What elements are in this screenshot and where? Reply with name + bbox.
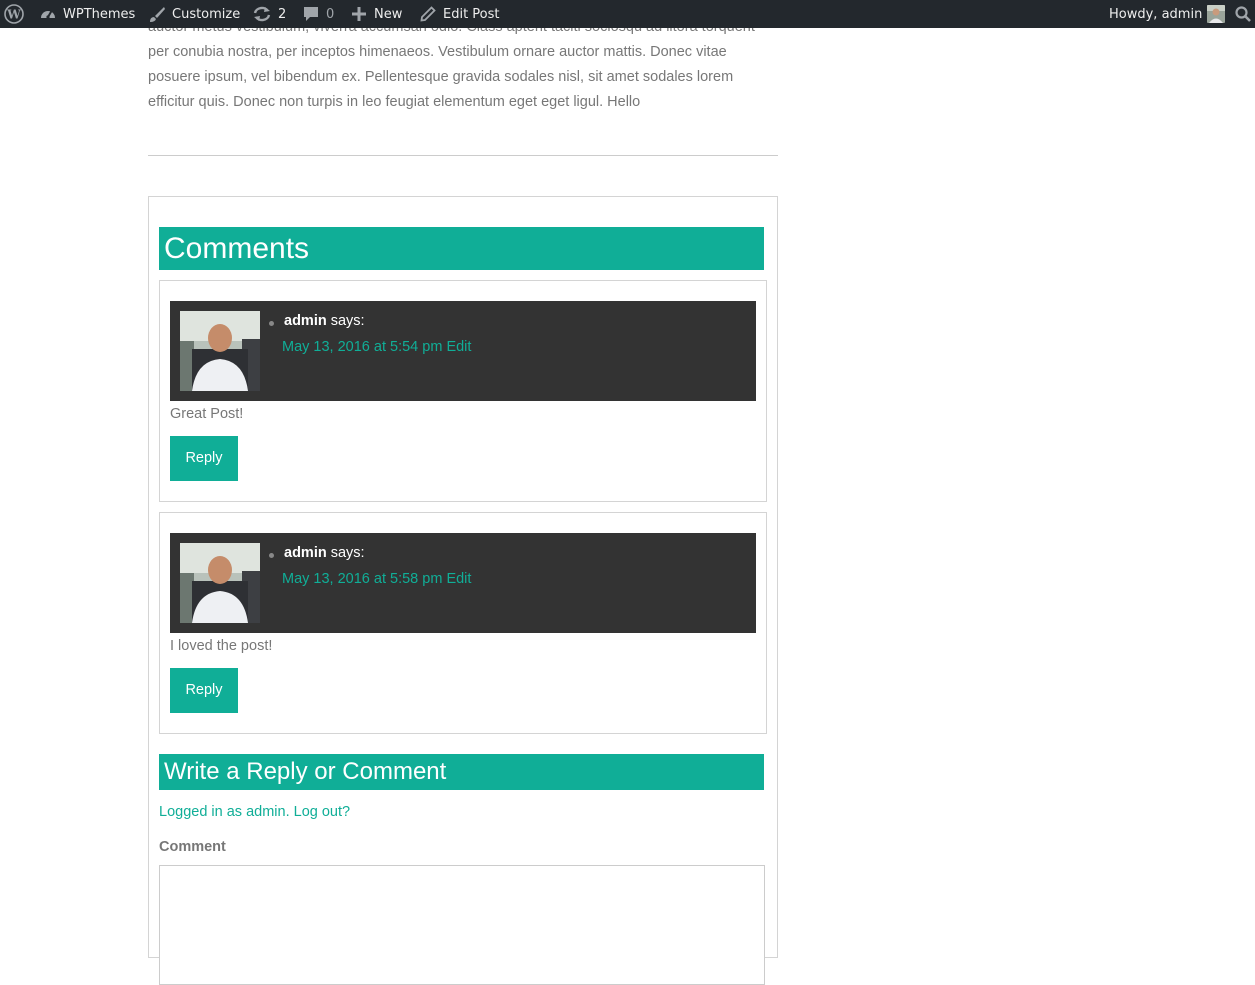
post-divider bbox=[148, 155, 778, 156]
edit-post-link[interactable]: Edit Post bbox=[419, 0, 500, 28]
comment-author[interactable]: admin bbox=[284, 545, 327, 561]
plus-icon bbox=[350, 5, 368, 23]
updates-count: 2 bbox=[278, 6, 287, 22]
my-account-link[interactable]: Howdy, admin bbox=[1109, 0, 1226, 28]
comment-edit-link[interactable]: Edit bbox=[446, 339, 471, 355]
site-name-label: WPThemes bbox=[63, 6, 136, 22]
comment-item: admin says: May 13, 2016 at 5:58 pm Edit… bbox=[159, 512, 767, 734]
comments-title: Comments bbox=[159, 227, 764, 270]
new-label: New bbox=[374, 6, 403, 22]
log-out-link[interactable]: Log out? bbox=[294, 804, 350, 820]
post-line: efficitur quis. Donec non turpis in leo … bbox=[148, 94, 641, 110]
comment-textarea[interactable] bbox=[159, 865, 765, 985]
updates-link[interactable]: 2 bbox=[252, 0, 286, 28]
bullet-dot bbox=[269, 553, 274, 558]
howdy-label: Howdy, admin bbox=[1109, 6, 1203, 22]
admin-bar: W WPThemes Customize 2 0 New Edit Post H… bbox=[0, 0, 1255, 28]
site-name-link[interactable]: WPThemes bbox=[39, 0, 135, 28]
reply-button[interactable]: Reply bbox=[170, 668, 238, 713]
reply-button[interactable]: Reply bbox=[170, 436, 238, 481]
comment-author[interactable]: admin bbox=[284, 313, 327, 329]
comment-date-line: May 13, 2016 at 5:54 pm Edit bbox=[282, 339, 471, 355]
search-icon[interactable] bbox=[1234, 0, 1252, 28]
comment-avatar bbox=[180, 543, 260, 623]
comment-says: says: bbox=[330, 313, 365, 329]
bullet-dot bbox=[269, 321, 274, 326]
comment-meta: admin says: May 13, 2016 at 5:58 pm Edit bbox=[170, 533, 756, 633]
svg-text:W: W bbox=[6, 8, 21, 22]
comments-link[interactable]: 0 bbox=[302, 0, 334, 28]
comment-date-link[interactable]: May 13, 2016 at 5:58 pm bbox=[282, 571, 442, 587]
post-line: per conubia nostra, per inceptos himenae… bbox=[148, 44, 727, 60]
comment-author-line: admin says: bbox=[284, 545, 365, 561]
reply-form-title: Write a Reply or Comment bbox=[159, 754, 764, 790]
comment-edit-link[interactable]: Edit bbox=[446, 571, 471, 587]
pencil-icon bbox=[419, 5, 437, 23]
brush-icon bbox=[148, 5, 166, 23]
comments-count: 0 bbox=[326, 6, 335, 22]
comments-section: Comments admin says: May 13, 2016 at 5:5… bbox=[148, 196, 778, 985]
new-content-link[interactable]: New bbox=[350, 0, 402, 28]
customize-label: Customize bbox=[172, 6, 241, 22]
customize-link[interactable]: Customize bbox=[148, 0, 240, 28]
comment-text: Great Post! bbox=[170, 406, 244, 422]
dashboard-icon bbox=[39, 5, 57, 23]
comment-date-link[interactable]: May 13, 2016 at 5:54 pm bbox=[282, 339, 442, 355]
comment-meta: admin says: May 13, 2016 at 5:54 pm Edit bbox=[170, 301, 756, 401]
comment-field-label: Comment bbox=[159, 839, 226, 855]
avatar bbox=[1207, 5, 1226, 23]
logged-in-line: Logged in as admin. Log out? bbox=[159, 804, 350, 820]
comment-item: admin says: May 13, 2016 at 5:54 pm Edit… bbox=[159, 280, 767, 502]
edit-post-label: Edit Post bbox=[443, 6, 500, 22]
post-line: posuere ipsum, vel bibendum ex. Pellente… bbox=[148, 69, 734, 85]
comment-bubble-icon bbox=[302, 5, 320, 23]
comment-author-line: admin says: bbox=[284, 313, 365, 329]
wordpress-logo-icon[interactable]: W bbox=[4, 0, 24, 28]
comment-text: I loved the post! bbox=[170, 638, 273, 654]
comment-says: says: bbox=[330, 545, 365, 561]
updates-icon bbox=[252, 5, 272, 23]
post-content: auctor metus vestibulum, viverra accumsa… bbox=[148, 15, 778, 115]
comment-date-line: May 13, 2016 at 5:58 pm Edit bbox=[282, 571, 471, 587]
comment-avatar bbox=[180, 311, 260, 391]
logged-in-as-link[interactable]: Logged in as admin. bbox=[159, 804, 290, 820]
